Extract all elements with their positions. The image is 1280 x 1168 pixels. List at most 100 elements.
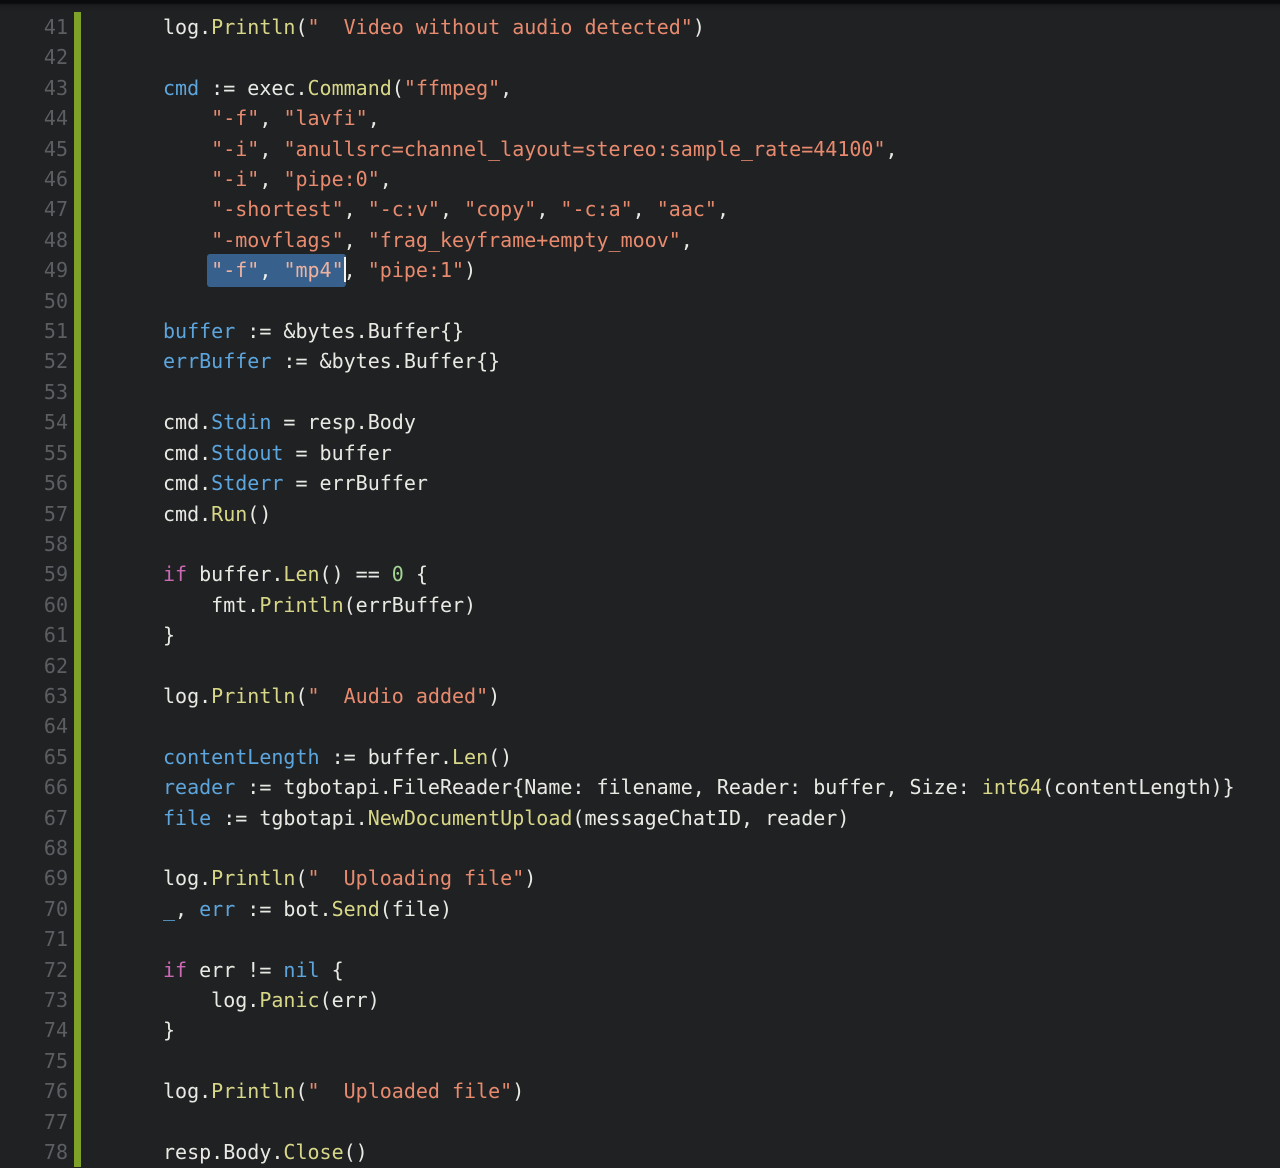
code-text[interactable]: _, err := bot.Send(file)	[81, 894, 1280, 924]
code-text[interactable]: if err != nil {	[81, 955, 1280, 985]
code-text[interactable]: cmd.Run()	[81, 499, 1280, 529]
line-number[interactable]: 59	[0, 559, 68, 589]
code-text[interactable]: log.Println(" Uploaded file")	[81, 1076, 1280, 1106]
code-text[interactable]	[81, 1107, 1280, 1137]
line-number[interactable]: 69	[0, 863, 68, 893]
code-text[interactable]	[81, 286, 1280, 316]
code-text[interactable]	[81, 711, 1280, 741]
code-text[interactable]: cmd.Stderr = errBuffer	[81, 468, 1280, 498]
token-s: "-shortest"	[211, 197, 344, 222]
line-number[interactable]: 44	[0, 103, 68, 133]
line-number[interactable]: 78	[0, 1137, 68, 1167]
line-number[interactable]: 49	[0, 255, 68, 285]
code-text[interactable]: reader := tgbotapi.FileReader{Name: file…	[81, 772, 1280, 802]
line-number[interactable]: 60	[0, 590, 68, 620]
token-d: buffer.	[187, 562, 284, 587]
code-text[interactable]	[81, 1046, 1280, 1076]
code-text[interactable]: cmd := exec.Command("ffmpeg",	[81, 73, 1280, 103]
code-text[interactable]: "-f", "mp4", "pipe:1")	[81, 254, 1280, 288]
tab-bar-shadow	[0, 0, 1280, 12]
line-number[interactable]: 72	[0, 955, 68, 985]
line-number[interactable]: 62	[0, 651, 68, 681]
code-text[interactable]: contentLength := buffer.Len()	[81, 742, 1280, 772]
line-number[interactable]: 75	[0, 1046, 68, 1076]
token-v: contentLength	[163, 744, 320, 769]
line-number[interactable]: 77	[0, 1107, 68, 1137]
line-number[interactable]: 42	[0, 42, 68, 72]
line-number[interactable]: 74	[0, 1015, 68, 1045]
line-number[interactable]: 46	[0, 164, 68, 194]
line-number[interactable]: 66	[0, 772, 68, 802]
line-number[interactable]: 48	[0, 225, 68, 255]
code-text[interactable]: "-f", "lavfi",	[81, 103, 1280, 133]
token-s: "pipe:1"	[367, 258, 465, 283]
code-text[interactable]: "-i", "pipe:0",	[81, 164, 1280, 194]
code-text[interactable]: "-i", "anullsrc=channel_layout=stereo:sa…	[81, 134, 1280, 164]
code-text[interactable]: log.Println(" Audio added")	[81, 681, 1280, 711]
token-d: ,	[343, 197, 368, 222]
code-text[interactable]: resp.Body.Close()	[81, 1137, 1280, 1167]
code-text[interactable]: log.Println(" Video without audio detect…	[81, 12, 1280, 42]
code-text[interactable]	[81, 529, 1280, 559]
line-number[interactable]: 54	[0, 407, 68, 437]
code-text[interactable]: errBuffer := &bytes.Buffer{}	[81, 346, 1280, 376]
line-number[interactable]: 53	[0, 377, 68, 407]
code-line: 66 reader := tgbotapi.FileReader{Name: fi…	[0, 772, 1280, 803]
line-number[interactable]: 51	[0, 316, 68, 346]
line-number[interactable]: 76	[0, 1076, 68, 1106]
code-text[interactable]	[81, 42, 1280, 72]
code-text[interactable]: log.Println(" Uploading file")	[81, 863, 1280, 893]
code-text[interactable]: }	[81, 620, 1280, 650]
code-text[interactable]: "-shortest", "-c:v", "copy", "-c:a", "aa…	[81, 194, 1280, 224]
code-text[interactable]	[81, 833, 1280, 863]
line-number[interactable]: 45	[0, 134, 68, 164]
code-text[interactable]	[81, 377, 1280, 407]
code-line: 59 if buffer.Len() == 0 {	[0, 559, 1280, 590]
line-number[interactable]: 65	[0, 742, 68, 772]
code-text[interactable]	[81, 924, 1280, 954]
line-number[interactable]: 55	[0, 438, 68, 468]
token-d: {	[319, 957, 344, 982]
token-d: ,	[500, 75, 513, 100]
token-d: ,	[259, 167, 284, 192]
line-number[interactable]: 68	[0, 833, 68, 863]
line-number[interactable]: 71	[0, 924, 68, 954]
line-number[interactable]: 70	[0, 894, 68, 924]
code-text[interactable]: buffer := &bytes.Buffer{}	[81, 316, 1280, 346]
line-number[interactable]: 63	[0, 681, 68, 711]
line-number[interactable]: 61	[0, 620, 68, 650]
token-s: "-i"	[211, 136, 260, 161]
line-number[interactable]: 56	[0, 468, 68, 498]
token-d: ()	[343, 1140, 368, 1165]
line-number[interactable]: 67	[0, 803, 68, 833]
code-text[interactable]	[81, 651, 1280, 681]
line-number[interactable]: 47	[0, 194, 68, 224]
line-number[interactable]: 50	[0, 286, 68, 316]
code-line: 54 cmd.Stdin = resp.Body	[0, 407, 1280, 438]
line-number[interactable]: 43	[0, 73, 68, 103]
code-text[interactable]: log.Panic(err)	[81, 985, 1280, 1015]
token-k: if	[163, 562, 188, 587]
line-number[interactable]: 57	[0, 499, 68, 529]
token-v: _	[163, 896, 176, 921]
code-text[interactable]: file := tgbotapi.NewDocumentUpload(messa…	[81, 803, 1280, 833]
line-number[interactable]: 41	[0, 12, 68, 42]
line-number[interactable]: 64	[0, 711, 68, 741]
code-text[interactable]: fmt.Println(errBuffer)	[81, 590, 1280, 620]
modified-indicator-bar	[74, 863, 81, 894]
line-number[interactable]: 58	[0, 529, 68, 559]
code-line: 63 log.Println(" Audio added")	[0, 680, 1280, 712]
code-text[interactable]: }	[81, 1015, 1280, 1045]
modified-indicator-bar	[74, 680, 81, 712]
code-text[interactable]: "-movflags", "frag_keyframe+empty_moov",	[81, 225, 1280, 255]
code-text[interactable]: cmd.Stdin = resp.Body	[81, 407, 1280, 437]
token-d: := tgbotapi.	[211, 805, 368, 830]
line-number[interactable]: 52	[0, 346, 68, 376]
code-text[interactable]: cmd.Stdout = buffer	[81, 438, 1280, 468]
token-d: ,	[885, 136, 898, 161]
line-number[interactable]: 73	[0, 985, 68, 1015]
code-editor[interactable]: 41 log.Println(" Video without audio dete…	[0, 12, 1280, 1168]
code-text[interactable]: if buffer.Len() == 0 {	[81, 559, 1280, 589]
token-d: )	[464, 258, 477, 283]
token-s: "-movflags"	[211, 227, 344, 252]
